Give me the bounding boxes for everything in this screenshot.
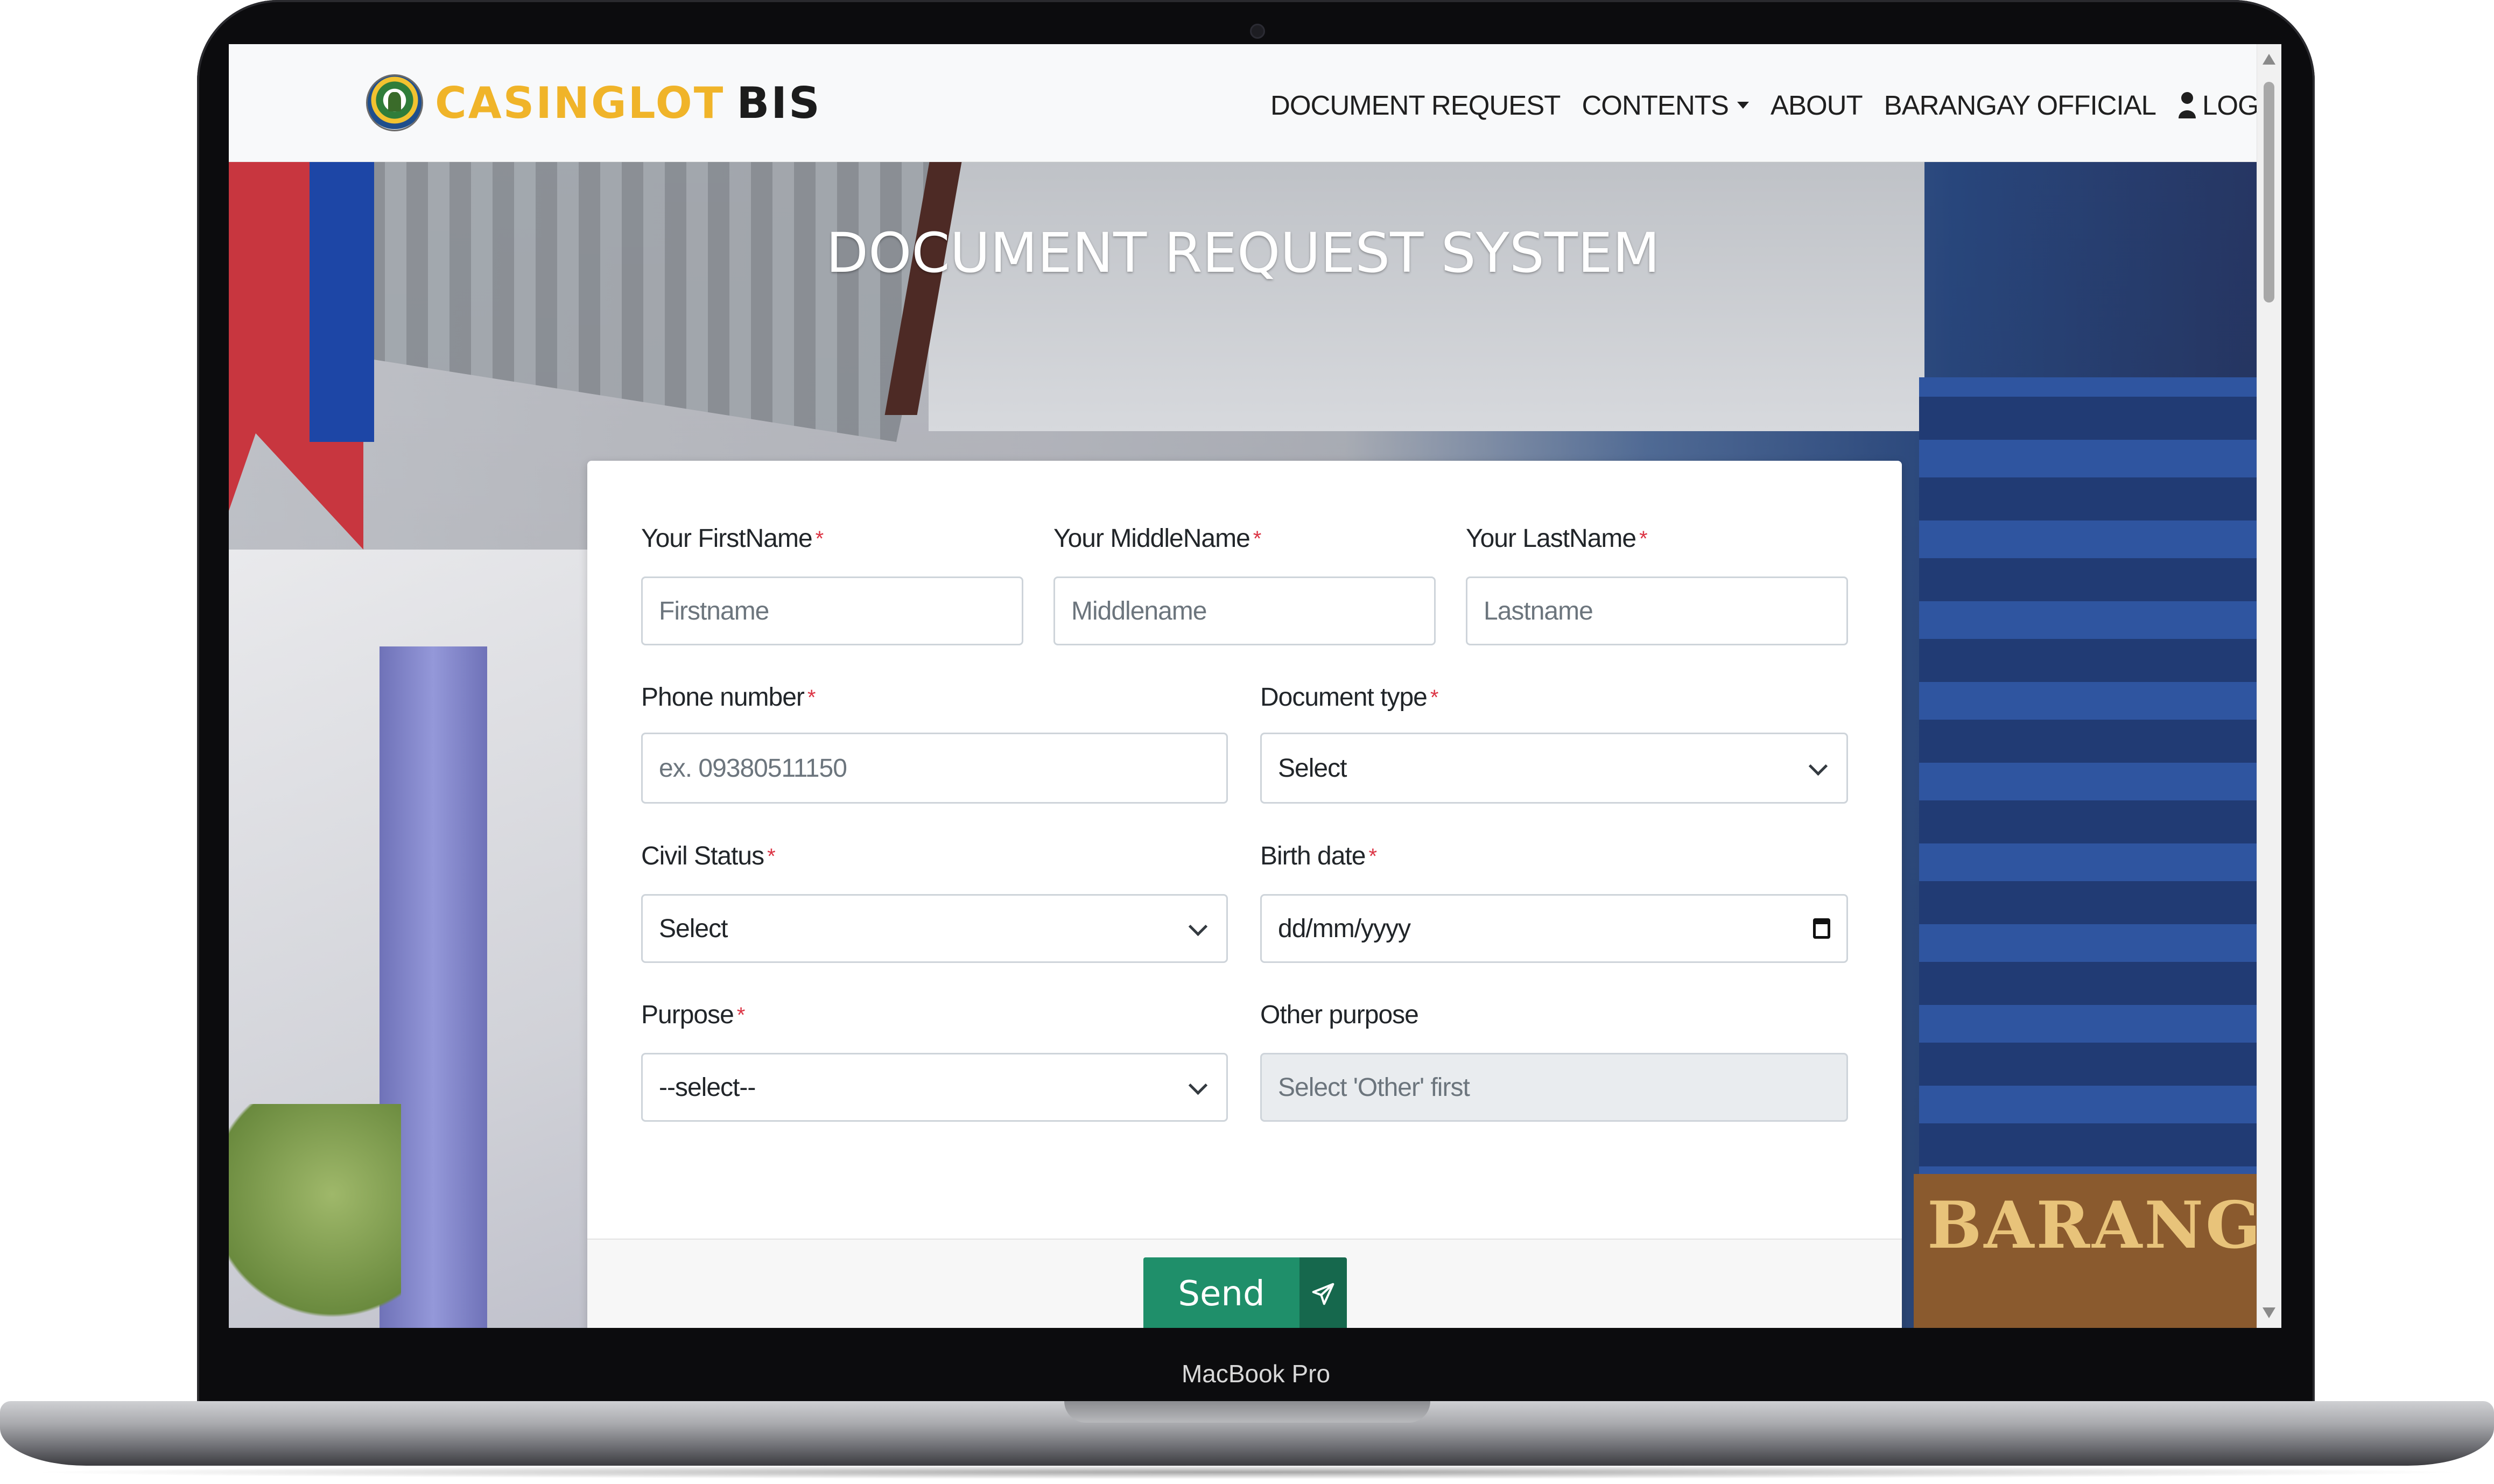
calendar-icon[interactable] <box>1813 918 1830 939</box>
navbar: CASINGLOT BIS DOCUMENT REQUEST CONTENTS … <box>229 44 2281 162</box>
laptop-notch <box>1064 1401 1430 1423</box>
purpose-value: --select-- <box>659 1073 756 1102</box>
firstname-input[interactable]: Firstname <box>641 576 1023 645</box>
lastname-field: Your LastName * Lastname <box>1466 523 1848 652</box>
civil-status-value: Select <box>659 914 728 943</box>
phone-field: Phone number * ex. 09380511150 <box>641 681 1228 811</box>
caret-down-icon <box>1737 101 1749 109</box>
nav-document-request[interactable]: DOCUMENT REQUEST <box>1270 89 1561 121</box>
chevron-down-icon <box>1188 917 1208 937</box>
hero-tree <box>229 1104 401 1328</box>
hero-roof <box>363 162 956 442</box>
purpose-field: Purpose * --select-- <box>641 999 1228 1128</box>
page-title: DOCUMENT REQUEST SYSTEM <box>826 221 1660 285</box>
civil-status-label: Civil Status * <box>641 842 776 870</box>
civil-status-field: Civil Status * Select <box>641 840 1228 969</box>
lastname-input[interactable]: Lastname <box>1466 576 1848 645</box>
lastname-label: Your LastName * <box>1466 524 1648 553</box>
document-type-select[interactable]: Select <box>1260 733 1848 804</box>
document-type-label: Document type * <box>1260 683 1438 712</box>
scroll-thumb[interactable] <box>2264 82 2274 303</box>
browser-viewport: CASINGLOT BIS DOCUMENT REQUEST CONTENTS … <box>229 44 2281 1328</box>
phone-label: Phone number * <box>641 683 816 712</box>
scroll-down-arrow-icon[interactable] <box>2263 1307 2275 1318</box>
hero-background: BARANGAY DOCUMENT REQUEST SYSTEM Your Fi… <box>229 162 2281 1328</box>
purpose-select[interactable]: --select-- <box>641 1053 1228 1122</box>
laptop-shadow <box>22 1465 2472 1479</box>
chevron-down-icon <box>1188 1075 1208 1095</box>
nav-contents-dropdown[interactable]: CONTENTS <box>1582 89 1749 121</box>
device-label: MacBook Pro <box>1181 1360 1331 1388</box>
send-button[interactable]: Send <box>1143 1257 1347 1328</box>
request-form-card: Your FirstName * Firstname Your MiddleNam… <box>587 461 1902 1328</box>
brand-name: CASINGLOT <box>435 78 725 128</box>
purpose-label: Purpose * <box>641 1001 745 1029</box>
brand[interactable]: CASINGLOT BIS <box>366 73 821 132</box>
birth-date-label: Birth date * <box>1260 842 1377 870</box>
document-type-field: Document type * Select <box>1260 681 1848 811</box>
barangay-seal-logo <box>366 74 423 131</box>
other-purpose-field: Other purpose Select 'Other' first <box>1260 999 1848 1128</box>
middlename-label: Your MiddleName * <box>1053 524 1261 553</box>
hero-sign-text: BARANGAY <box>1927 1187 2281 1263</box>
phone-input[interactable]: ex. 09380511150 <box>641 733 1228 804</box>
middlename-input[interactable]: Middlename <box>1053 576 1436 645</box>
hero-ceiling <box>929 162 1924 431</box>
firstname-label: Your FirstName * <box>641 524 824 553</box>
scroll-up-arrow-icon[interactable] <box>2263 54 2275 65</box>
camera <box>1250 24 1265 39</box>
paper-plane-icon <box>1312 1283 1334 1305</box>
birth-date-value: dd/mm/yyyy <box>1278 914 1411 943</box>
chevron-down-icon <box>1808 756 1828 776</box>
other-purpose-input: Select 'Other' first <box>1260 1053 1848 1122</box>
middlename-field: Your MiddleName * Middlename <box>1053 523 1436 652</box>
hero-flag-blue <box>310 162 374 442</box>
nav-about[interactable]: ABOUT <box>1771 89 1863 121</box>
nav-contents-label: CONTENTS <box>1582 89 1729 121</box>
send-button-label: Send <box>1143 1257 1299 1328</box>
birth-date-field: Birth date * dd/mm/yyyy <box>1260 840 1848 969</box>
nav-barangay-official[interactable]: BARANGAY OFFICIAL <box>1884 89 2156 121</box>
user-icon <box>2179 92 2196 118</box>
other-purpose-label: Other purpose <box>1260 1001 1419 1029</box>
document-type-value: Select <box>1278 754 1347 783</box>
nav-links: DOCUMENT REQUEST CONTENTS ABOUT BARANGAY… <box>1270 86 2281 124</box>
civil-status-select[interactable]: Select <box>641 894 1228 963</box>
birth-date-input[interactable]: dd/mm/yyyy <box>1260 894 1848 963</box>
firstname-field: Your FirstName * Firstname <box>641 523 1023 652</box>
send-icon-wrap <box>1299 1257 1347 1328</box>
page-scrollbar[interactable] <box>2257 44 2281 1328</box>
brand-suffix: BIS <box>736 78 821 128</box>
